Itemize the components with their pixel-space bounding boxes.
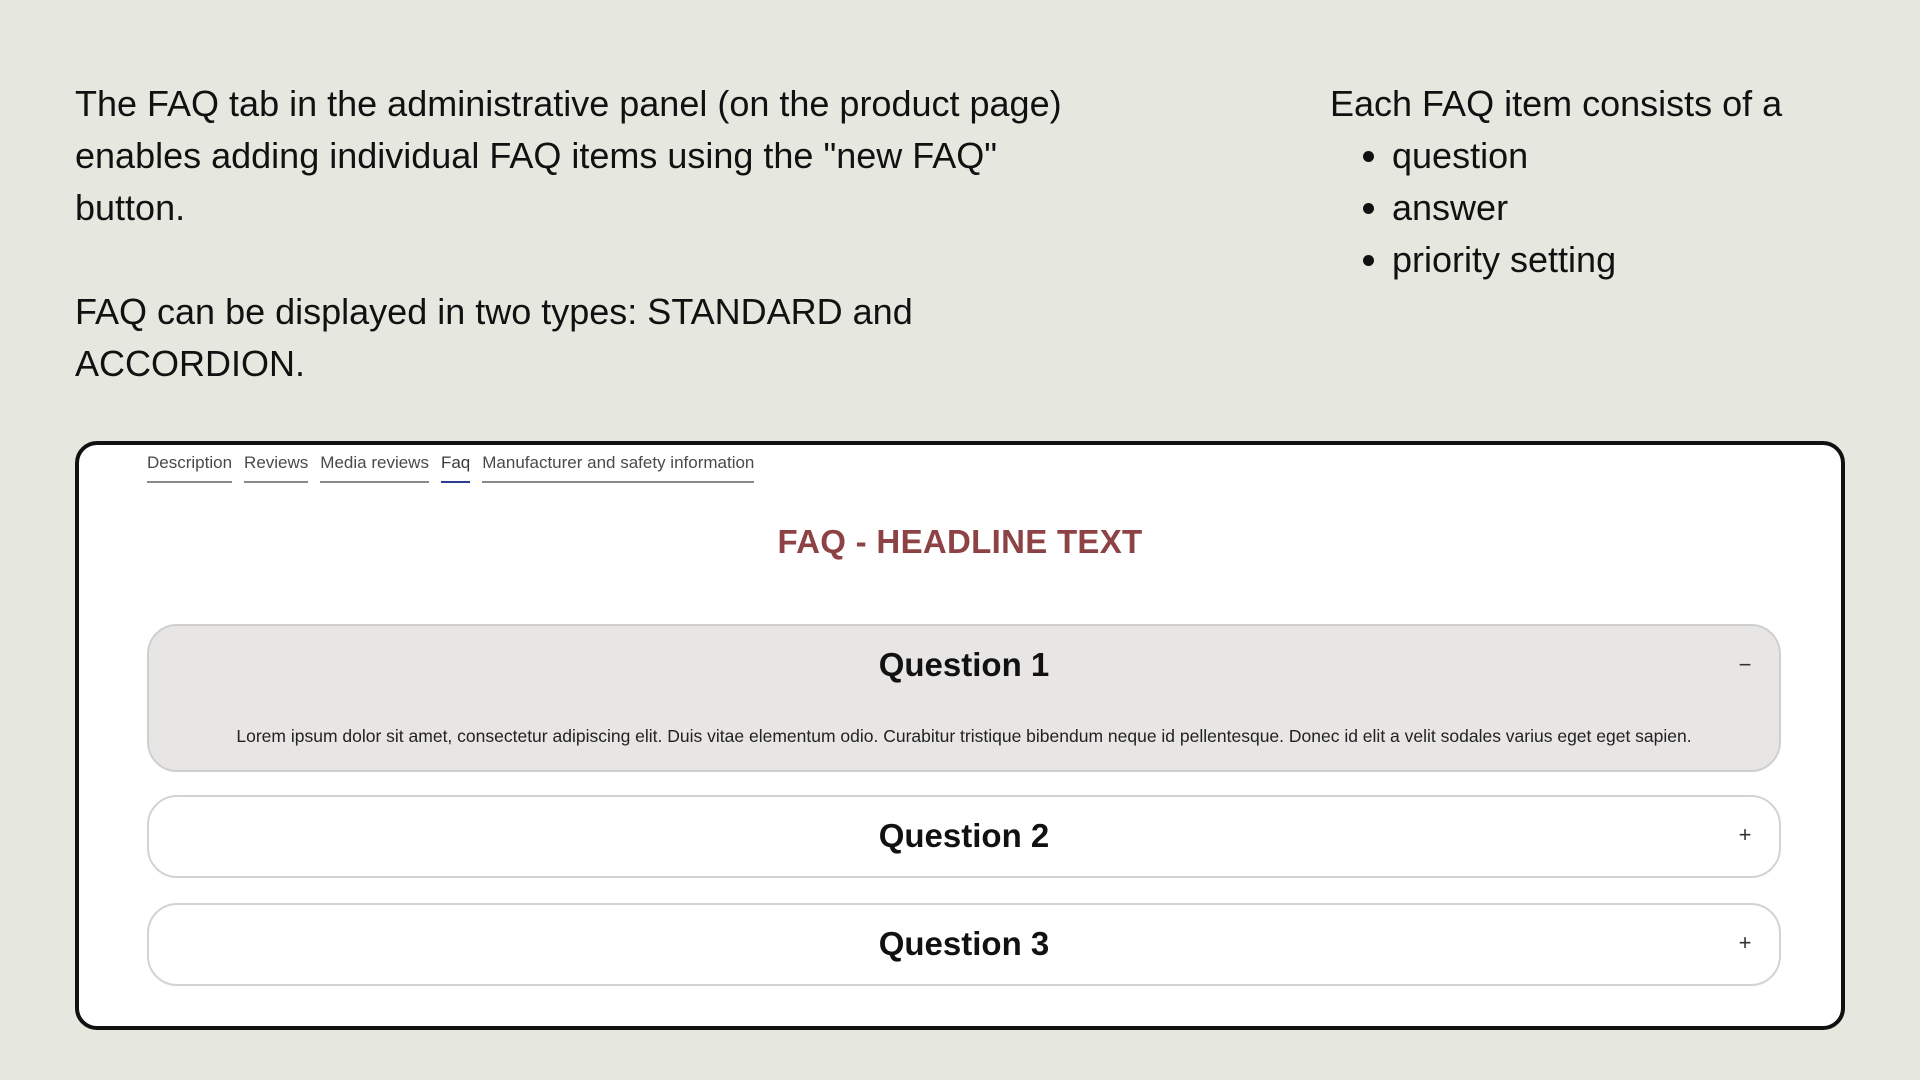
faq-item-3[interactable]: Question 3 + [147,903,1781,986]
tab-media-reviews[interactable]: Media reviews [320,453,429,483]
product-page-preview: Description Reviews Media reviews Faq Ma… [75,441,1845,1030]
faq-item-part-priority: priority setting [1392,234,1890,286]
faq-question-2: Question 2 [878,817,1050,854]
faq-item-1[interactable]: Question 1 − Lorem ipsum dolor sit amet,… [147,624,1781,772]
tab-faq[interactable]: Faq [440,453,471,483]
expand-icon[interactable]: + [1733,822,1757,848]
faq-item-2[interactable]: Question 2 + [147,795,1781,878]
faq-item-part-answer: answer [1392,182,1890,234]
faq-item-parts-list: question answer priority setting [1330,130,1890,286]
product-tabs: Description Reviews Media reviews Faq Ma… [147,453,755,483]
tab-manufacturer-safety[interactable]: Manufacturer and safety information [482,453,755,483]
faq-headline: FAQ - HEADLINE TEXT [777,523,1143,560]
expand-icon[interactable]: + [1733,930,1757,956]
faq-question-3: Question 3 [878,925,1050,962]
intro-paragraph-display-types: FAQ can be displayed in two types: STAND… [75,291,913,384]
faq-question-1: Question 1 [878,646,1050,683]
collapse-icon[interactable]: − [1733,652,1757,678]
tab-description[interactable]: Description [147,453,233,483]
faq-item-parts-heading: Each FAQ item consists of a [1330,83,1783,124]
intro-paragraph-admin-panel: The FAQ tab in the administrative panel … [75,83,1062,228]
faq-item-part-question: question [1392,130,1890,182]
faq-answer-1: Lorem ipsum dolor sit amet, consectetur … [236,726,1692,746]
tab-reviews[interactable]: Reviews [244,453,309,483]
intro-right-text: Each FAQ item consists of a question ans… [1330,78,1890,286]
intro-left-text: The FAQ tab in the administrative panel … [75,78,1075,390]
